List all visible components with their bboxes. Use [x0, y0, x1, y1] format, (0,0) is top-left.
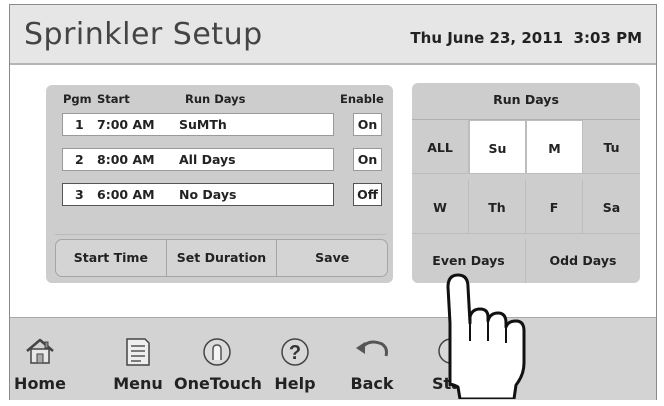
day-label: W	[433, 200, 447, 215]
day-tuesday-button[interactable]: Tu	[583, 120, 640, 174]
program-row-2[interactable]: 2 8:00 AM All Days	[62, 148, 334, 171]
program-start-time: 7:00 AM	[97, 117, 155, 132]
column-header-pgm: Pgm	[63, 92, 92, 106]
program-run-days: All Days	[179, 152, 236, 167]
program-run-days: No Days	[179, 187, 237, 202]
day-friday-button[interactable]: F	[526, 180, 583, 234]
day-all-button[interactable]: ALL	[412, 120, 469, 174]
day-label: ALL	[427, 140, 453, 155]
program-2-enable-toggle[interactable]: On	[353, 148, 382, 171]
header: Sprinkler Setup Thu June 23, 2011 3:03 P…	[10, 5, 656, 65]
day-wednesday-button[interactable]: W	[412, 180, 469, 234]
day-label: Sa	[602, 200, 621, 215]
onetouch-icon	[203, 338, 231, 366]
day-label: M	[548, 141, 561, 156]
program-start-time: 6:00 AM	[97, 187, 155, 202]
datetime-display: Thu June 23, 2011 3:03 PM	[410, 29, 642, 47]
nav-onetouch-button[interactable]: OneTouch	[174, 318, 262, 400]
nav-back-button[interactable]: Back	[344, 318, 400, 400]
program-run-days: SuMTh	[179, 117, 227, 132]
nav-label: Home	[14, 374, 66, 393]
day-label: Th	[488, 200, 506, 215]
program-number: 1	[75, 117, 84, 132]
day-label: Tu	[603, 140, 620, 155]
set-duration-button[interactable]: Set Duration	[167, 240, 278, 276]
save-button[interactable]: Save	[277, 240, 387, 276]
day-saturday-button[interactable]: Sa	[583, 180, 640, 234]
program-start-time: 8:00 AM	[97, 152, 155, 167]
program-row-3[interactable]: 3 6:00 AM No Days	[62, 183, 334, 206]
program-row-1[interactable]: 1 7:00 AM SuMTh	[62, 113, 334, 136]
help-icon: ?	[281, 338, 309, 366]
start-time-button[interactable]: Start Time	[56, 240, 167, 276]
menu-icon	[126, 338, 150, 366]
svg-text:?: ?	[289, 342, 301, 364]
day-label: F	[549, 200, 559, 215]
run-days-panel: Run Days ALL Su M Tu W Th F Sa Even Days…	[412, 83, 640, 283]
column-header-run-days: Run Days	[185, 92, 246, 106]
divider	[55, 234, 386, 235]
screen-frame: Sprinkler Setup Thu June 23, 2011 3:03 P…	[9, 4, 657, 400]
day-monday-button[interactable]: M	[526, 120, 583, 174]
column-header-enable: Enable	[340, 92, 384, 106]
column-header-start: Start	[97, 92, 130, 106]
day-label: Su	[488, 141, 507, 156]
page-title: Sprinkler Setup	[24, 17, 263, 52]
program-1-enable-toggle[interactable]: On	[353, 113, 382, 136]
nav-help-button[interactable]: ? Help	[272, 318, 318, 400]
day-thursday-button[interactable]: Th	[469, 180, 526, 234]
nav-home-button[interactable]: Home	[10, 318, 70, 400]
nav-label: OneTouch	[174, 374, 262, 393]
programs-panel: Pgm Start Run Days Enable 1 7:00 AM SuMT…	[46, 85, 393, 283]
nav-menu-button[interactable]: Menu	[106, 318, 170, 400]
nav-label: Help	[274, 374, 316, 393]
pointing-hand-icon	[446, 273, 526, 399]
program-action-bar: Start Time Set Duration Save	[55, 239, 388, 277]
program-3-enable-toggle[interactable]: Off	[353, 183, 382, 206]
program-number: 3	[75, 187, 84, 202]
program-number: 2	[75, 152, 84, 167]
run-days-title: Run Days	[412, 83, 640, 120]
home-icon	[26, 338, 54, 364]
back-icon	[356, 340, 388, 357]
day-sunday-button[interactable]: Su	[469, 120, 526, 174]
nav-label: Back	[350, 374, 394, 393]
nav-label: Menu	[113, 374, 163, 393]
